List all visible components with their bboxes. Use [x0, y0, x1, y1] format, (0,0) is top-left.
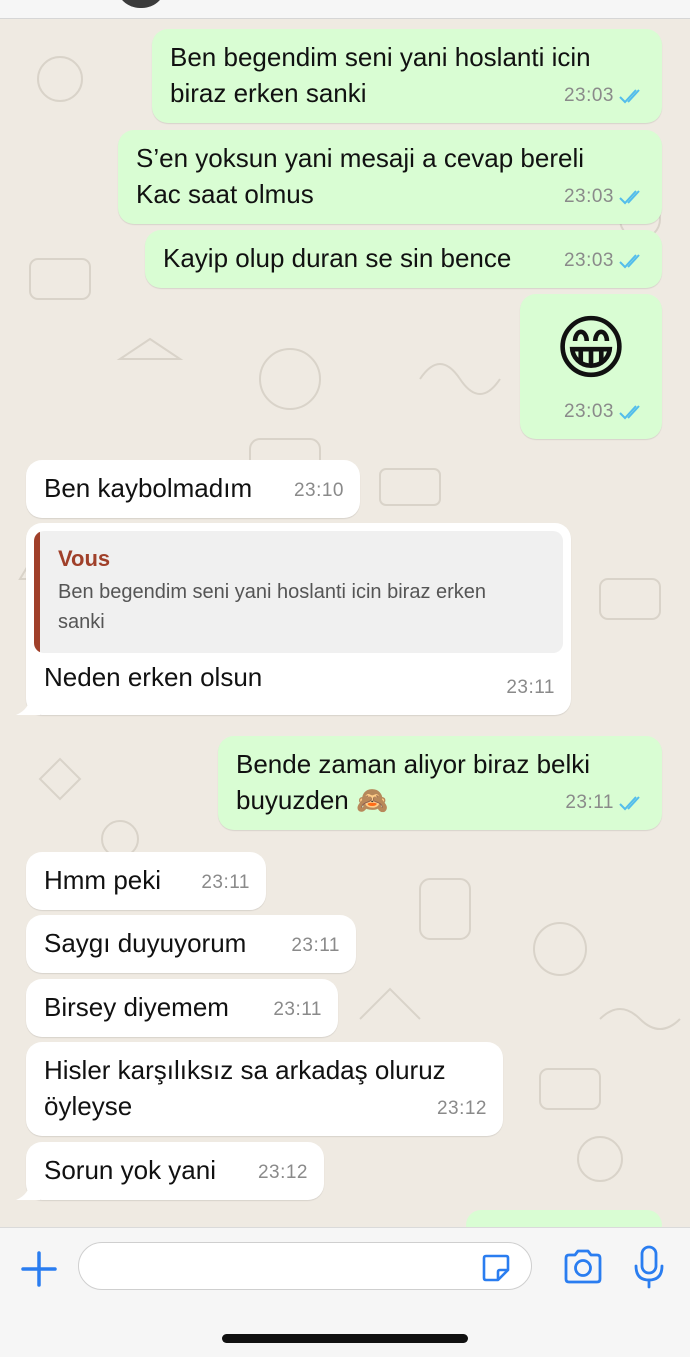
- message-time: 23:11: [565, 792, 614, 813]
- message-incoming[interactable]: Ben kaybolmadım 23:10: [26, 460, 360, 518]
- message-incoming[interactable]: Saygı duyuyorum 23:11: [26, 915, 356, 973]
- message-incoming[interactable]: Birsey diyemem 23:11: [26, 979, 338, 1037]
- message-time: 23:10: [293, 480, 344, 501]
- bubble-tail: [16, 695, 40, 715]
- message-incoming-reply[interactable]: Vous Ben begendim seni yani hoslanti ici…: [16, 523, 571, 715]
- read-receipt-icon: [619, 405, 640, 420]
- message-incoming[interactable]: Hmm peki 23:11: [26, 852, 266, 910]
- home-indicator[interactable]: [222, 1334, 468, 1343]
- bubble-tail: [16, 1180, 40, 1200]
- message-outgoing[interactable]: S’en yoksun yani mesaji a cevap bereli K…: [118, 130, 662, 224]
- message-meta: 23:03: [564, 179, 646, 215]
- message-text: Hisler karşılıksız sa arkadaş oluruz öyl…: [44, 1055, 446, 1121]
- message-meta: 23:12: [258, 1155, 308, 1191]
- read-receipt-icon: [619, 254, 640, 269]
- message-meta: 23:11: [273, 992, 322, 1028]
- quote-text: Ben begendim seni yani hoslanti icin bir…: [58, 581, 487, 633]
- message-meta: 23:11: [291, 928, 340, 964]
- message-incoming[interactable]: Sorun yok yani 23:12: [16, 1142, 324, 1200]
- read-receipt-icon: [619, 89, 640, 104]
- message-text: Neden erken olsun: [44, 662, 263, 692]
- read-receipt-icon: [619, 796, 640, 811]
- contact-avatar[interactable]: [116, 0, 166, 8]
- quote-accent-bar: [34, 531, 40, 653]
- message-meta: 23:11: [201, 865, 250, 901]
- message-time: 23:03: [563, 186, 614, 207]
- message-outgoing[interactable]: Bende zaman aliyor biraz belki buyuzden …: [218, 736, 662, 830]
- camera-icon[interactable]: [562, 1248, 604, 1286]
- message-input[interactable]: [78, 1242, 532, 1290]
- sticker-icon[interactable]: [480, 1252, 512, 1284]
- quoted-message[interactable]: Vous Ben begendim seni yani hoslanti ici…: [34, 531, 563, 653]
- microphone-icon[interactable]: [630, 1244, 668, 1290]
- message-outgoing[interactable]: Ben begendim seni yani hoslanti icin bir…: [152, 29, 662, 123]
- quote-author: Vous: [58, 546, 111, 571]
- message-list[interactable]: Ben begendim seni yani hoslanti icin bir…: [0, 19, 690, 1226]
- message-outgoing-emoji[interactable]: 😁 23:03: [520, 294, 662, 439]
- message-incoming[interactable]: Hisler karşılıksız sa arkadaş oluruz öyl…: [26, 1042, 503, 1136]
- message-outgoing[interactable]: Kayip olup duran se sin bence 23:03: [145, 230, 662, 288]
- message-time: 23:11: [506, 677, 555, 698]
- message-time: 23:03: [563, 401, 614, 422]
- message-time: 23:11: [291, 935, 340, 956]
- message-meta: 23:10: [294, 473, 344, 509]
- message-time: 23:12: [257, 1162, 308, 1183]
- message-time: 23:12: [436, 1098, 487, 1119]
- message-time: 23:11: [201, 872, 250, 893]
- message-time: 23:11: [273, 999, 322, 1020]
- grinning-face-emoji: 😁: [554, 309, 628, 387]
- message-meta: 23:03: [564, 394, 646, 430]
- message-meta: 23:12: [437, 1091, 487, 1127]
- message-meta: 23:11: [506, 670, 555, 706]
- message-time: 23:03: [563, 250, 614, 271]
- message-meta: 23:03: [564, 78, 646, 114]
- message-meta: 23:03: [564, 243, 646, 279]
- read-receipt-icon: [619, 190, 640, 205]
- message-meta: 23:11: [565, 785, 646, 821]
- plus-icon[interactable]: [18, 1248, 60, 1290]
- message-time: 23:03: [563, 85, 614, 106]
- chat-header: [0, 0, 690, 19]
